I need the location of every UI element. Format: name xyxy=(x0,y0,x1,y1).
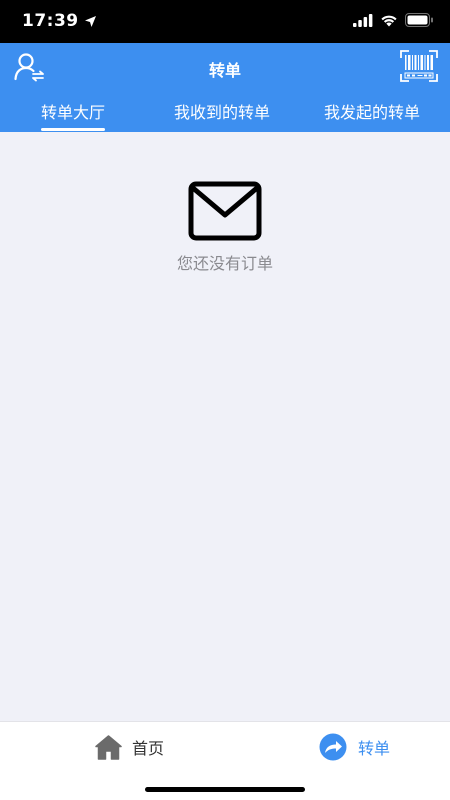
tabbar-item-transfer[interactable]: 转单 xyxy=(318,732,390,762)
home-indicator xyxy=(145,787,305,792)
tab-initiated-transfers[interactable]: 我发起的转单 xyxy=(324,99,420,123)
tab-transfer-hall[interactable]: 转单大厅 xyxy=(41,99,106,131)
status-indicators xyxy=(353,13,434,27)
status-bar: 17:39 xyxy=(0,0,450,43)
scan-barcode-icon xyxy=(400,50,438,82)
tab-initiated-transfers-label: 我发起的转单 xyxy=(324,103,421,122)
status-time-text: 17:39 xyxy=(22,11,79,31)
app-header: 转单 转单大厅 我收到的转单 我发起的转单 xyxy=(0,43,450,132)
envelope-icon xyxy=(188,181,262,241)
tabbar-item-home[interactable]: 首页 xyxy=(95,732,164,762)
order-tabs: 转单大厅 我收到的转单 我发起的转单 xyxy=(0,99,450,131)
scan-button[interactable] xyxy=(400,50,438,82)
battery-icon xyxy=(405,13,433,27)
tab-received-transfers-label: 我收到的转单 xyxy=(174,103,271,122)
cellular-signal-icon xyxy=(353,13,373,27)
location-arrow-icon xyxy=(84,15,96,27)
empty-state-message: 您还没有订单 xyxy=(176,254,273,273)
transfer-forward-icon xyxy=(319,733,347,761)
order-list-area[interactable]: 您还没有订单 xyxy=(0,132,450,721)
page-title: 转单 xyxy=(208,61,241,80)
status-time: 17:39 xyxy=(22,11,97,31)
bottom-tab-bar: 首页 转单 xyxy=(0,721,450,800)
active-tab-indicator xyxy=(41,128,106,131)
home-icon xyxy=(95,734,122,760)
tab-transfer-hall-label: 转单大厅 xyxy=(41,103,106,122)
tab-received-transfers[interactable]: 我收到的转单 xyxy=(174,99,270,123)
tabbar-home-label: 首页 xyxy=(132,739,165,758)
wifi-icon xyxy=(381,15,397,26)
tabbar-transfer-label: 转单 xyxy=(358,739,391,758)
